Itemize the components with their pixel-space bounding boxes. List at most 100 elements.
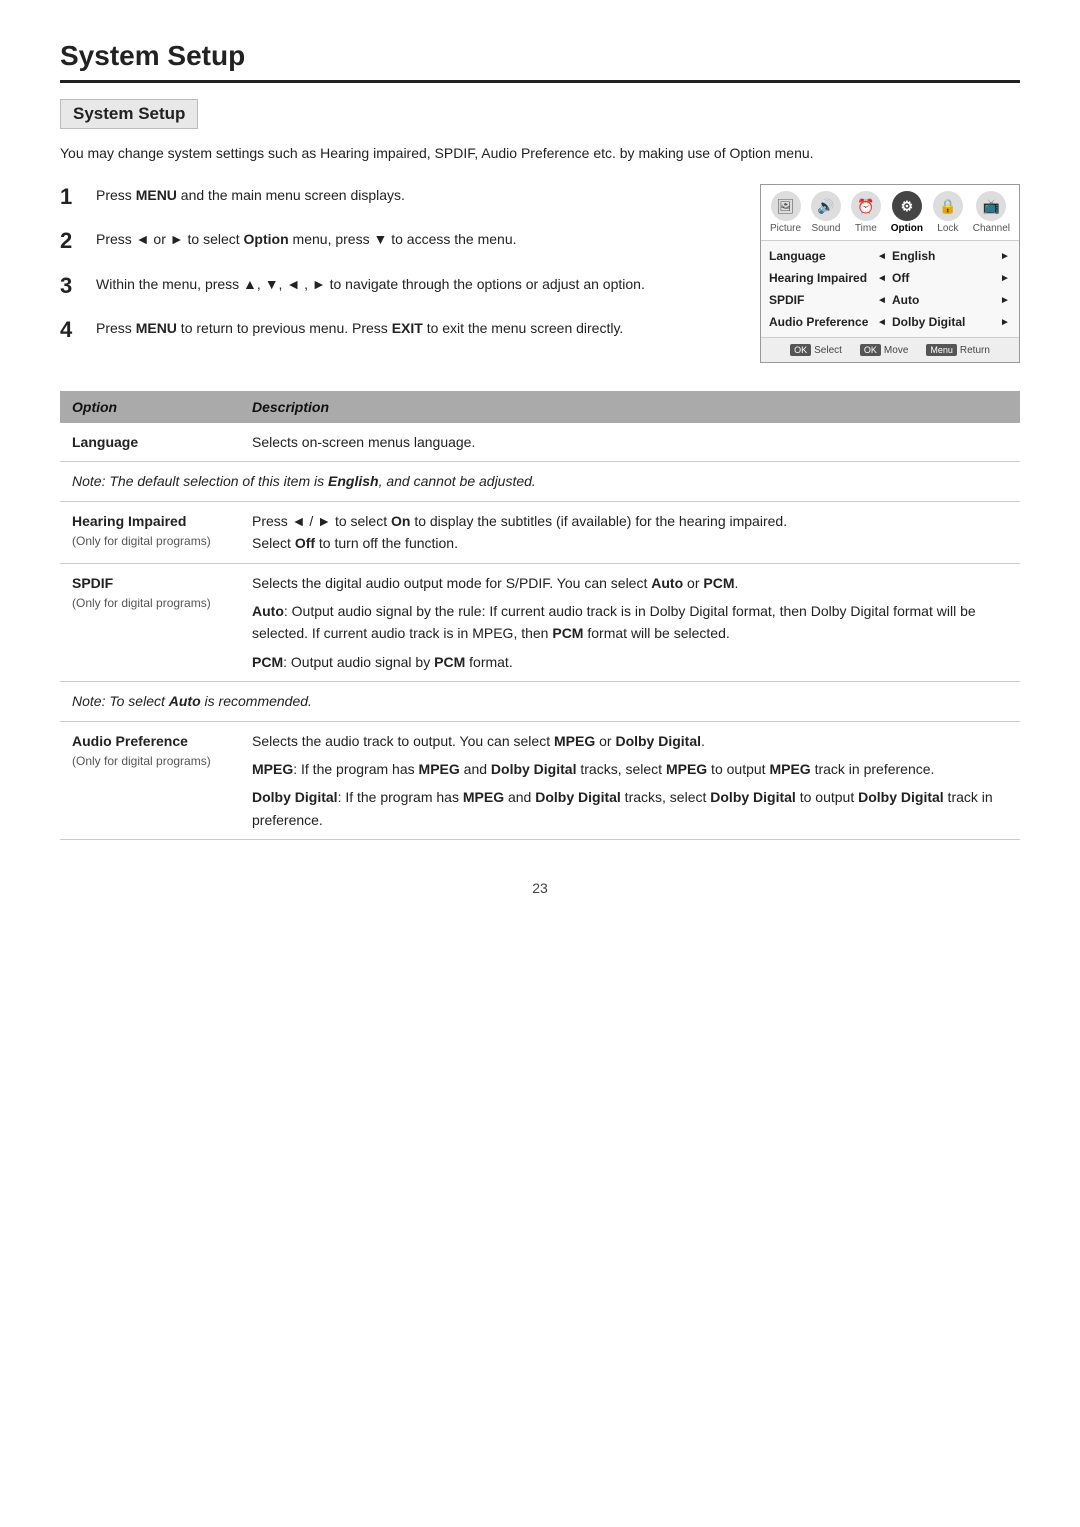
icon-circle: 🔒 (933, 191, 963, 221)
menu-row-value: Off (892, 271, 995, 285)
desc-paragraph: MPEG: If the program has MPEG and Dolby … (252, 758, 1008, 780)
step: 3 Within the menu, press ▲, ▼, ◄ , ► to … (60, 273, 730, 299)
desc-line: Selects on-screen menus language. (252, 434, 475, 450)
menu-row-label: SPDIF (769, 293, 872, 307)
step-text: Press ◄ or ► to select Option menu, pres… (96, 228, 517, 250)
icon-label: Time (855, 223, 877, 234)
menu-icon-channel: 📺 Channel (973, 191, 1010, 234)
step-number: 4 (60, 317, 84, 343)
desc-line: Selects the digital audio output mode fo… (252, 575, 738, 591)
menu-row-value: Auto (892, 293, 995, 307)
step: 1 Press MENU and the main menu screen di… (60, 184, 730, 210)
desc-paragraph: Dolby Digital: If the program has MPEG a… (252, 786, 1008, 831)
section-title: System Setup (73, 104, 185, 123)
desc-line: Selects the audio track to output. You c… (252, 733, 705, 749)
menu-row-value: English (892, 249, 995, 263)
table-note-row: Note: The default selection of this item… (60, 462, 1020, 501)
step-text: Within the menu, press ▲, ▼, ◄ , ► to na… (96, 273, 645, 295)
menu-row-label: Audio Preference (769, 315, 872, 329)
icon-circle: 🔊 (811, 191, 841, 221)
menu-row-arrow-left: ◄ (876, 251, 888, 262)
steps-area: 1 Press MENU and the main menu screen di… (60, 184, 730, 363)
desc-paragraph: Auto: Output audio signal by the rule: I… (252, 600, 1008, 645)
footer-label: Select (814, 345, 842, 356)
option-sub: (Only for digital programs) (72, 752, 228, 771)
icon-label: Channel (973, 223, 1010, 234)
menu-row-arrow-left: ◄ (876, 317, 888, 328)
menu-row: Language ◄ English ► (761, 245, 1019, 267)
option-cell: Audio Preference(Only for digital progra… (60, 721, 240, 840)
menu-row-arrow-right: ► (999, 295, 1011, 306)
menu-footer-item: MenuReturn (926, 344, 990, 356)
intro-text: You may change system settings such as H… (60, 143, 1020, 164)
menu-footer-item: OKSelect (790, 344, 842, 356)
step-number: 2 (60, 228, 84, 254)
menu-footer: OKSelectOKMoveMenuReturn (761, 337, 1019, 362)
icon-circle: ⚙ (892, 191, 922, 221)
menu-preview: 🖼 Picture 🔊 Sound ⏰ Time ⚙ Option 🔒 Lock… (760, 184, 1020, 363)
menu-row: SPDIF ◄ Auto ► (761, 289, 1019, 311)
menu-row: Audio Preference ◄ Dolby Digital ► (761, 311, 1019, 333)
options-table: Option Description Language Selects on-sc… (60, 391, 1020, 840)
menu-icon-option: ⚙ Option (891, 191, 923, 234)
desc-line: Press ◄ / ► to select On to display the … (252, 513, 787, 529)
menu-icon-time: ⏰ Time (851, 191, 881, 234)
menu-rows: Language ◄ English ► Hearing Impaired ◄ … (761, 241, 1019, 337)
menu-row-arrow-left: ◄ (876, 273, 888, 284)
menu-row-arrow-right: ► (999, 317, 1011, 328)
table-note-row: Note: To select Auto is recommended. (60, 682, 1020, 721)
description-cell: Selects on-screen menus language. (240, 423, 1020, 462)
menu-footer-item: OKMove (860, 344, 908, 356)
footer-label: Move (884, 345, 908, 356)
icon-circle: 📺 (976, 191, 1006, 221)
description-cell: Selects the digital audio output mode fo… (240, 563, 1020, 682)
option-cell: SPDIF(Only for digital programs) (60, 563, 240, 682)
step-text: Press MENU and the main menu screen disp… (96, 184, 405, 206)
menu-icons-row: 🖼 Picture 🔊 Sound ⏰ Time ⚙ Option 🔒 Lock… (761, 185, 1019, 241)
icon-label: Sound (811, 223, 840, 234)
description-cell: Press ◄ / ► to select On to display the … (240, 501, 1020, 563)
icon-circle: ⏰ (851, 191, 881, 221)
menu-icon-picture: 🖼 Picture (770, 191, 801, 234)
desc-paragraph: PCM: Output audio signal by PCM format. (252, 651, 1008, 673)
table-data-row: Hearing Impaired(Only for digital progra… (60, 501, 1020, 563)
step-number: 3 (60, 273, 84, 299)
page-title: System Setup (60, 40, 1020, 83)
menu-row-arrow-right: ► (999, 251, 1011, 262)
description-cell: Selects the audio track to output. You c… (240, 721, 1020, 840)
icon-circle: 🖼 (771, 191, 801, 221)
icon-label: Option (891, 223, 923, 234)
step-number: 1 (60, 184, 84, 210)
menu-row-arrow-left: ◄ (876, 295, 888, 306)
step-text: Press MENU to return to previous menu. P… (96, 317, 623, 339)
step: 4 Press MENU to return to previous menu.… (60, 317, 730, 343)
note-cell: Note: To select Auto is recommended. (60, 682, 1020, 721)
footer-btn: Menu (926, 344, 957, 356)
option-cell: Hearing Impaired(Only for digital progra… (60, 501, 240, 563)
section-title-box: System Setup (60, 99, 198, 129)
table-header-desc: Description (240, 391, 1020, 423)
menu-row: Hearing Impaired ◄ Off ► (761, 267, 1019, 289)
table-data-row: Audio Preference(Only for digital progra… (60, 721, 1020, 840)
option-sub: (Only for digital programs) (72, 532, 228, 551)
desc-line: Select Off to turn off the function. (252, 535, 458, 551)
menu-icon-sound: 🔊 Sound (811, 191, 841, 234)
note-cell: Note: The default selection of this item… (60, 462, 1020, 501)
menu-row-label: Language (769, 249, 872, 263)
footer-btn: OK (790, 344, 811, 356)
option-cell: Language (60, 423, 240, 462)
menu-icon-lock: 🔒 Lock (933, 191, 963, 234)
content-area: 1 Press MENU and the main menu screen di… (60, 184, 1020, 363)
icon-label: Lock (937, 223, 958, 234)
footer-btn: OK (860, 344, 881, 356)
table-data-row: Language Selects on-screen menus language… (60, 423, 1020, 462)
menu-row-arrow-right: ► (999, 273, 1011, 284)
step: 2 Press ◄ or ► to select Option menu, pr… (60, 228, 730, 254)
table-header-option: Option (60, 391, 240, 423)
option-sub: (Only for digital programs) (72, 594, 228, 613)
menu-row-value: Dolby Digital (892, 315, 995, 329)
menu-row-label: Hearing Impaired (769, 271, 872, 285)
page-number: 23 (60, 880, 1020, 896)
icon-label: Picture (770, 223, 801, 234)
footer-label: Return (960, 345, 990, 356)
